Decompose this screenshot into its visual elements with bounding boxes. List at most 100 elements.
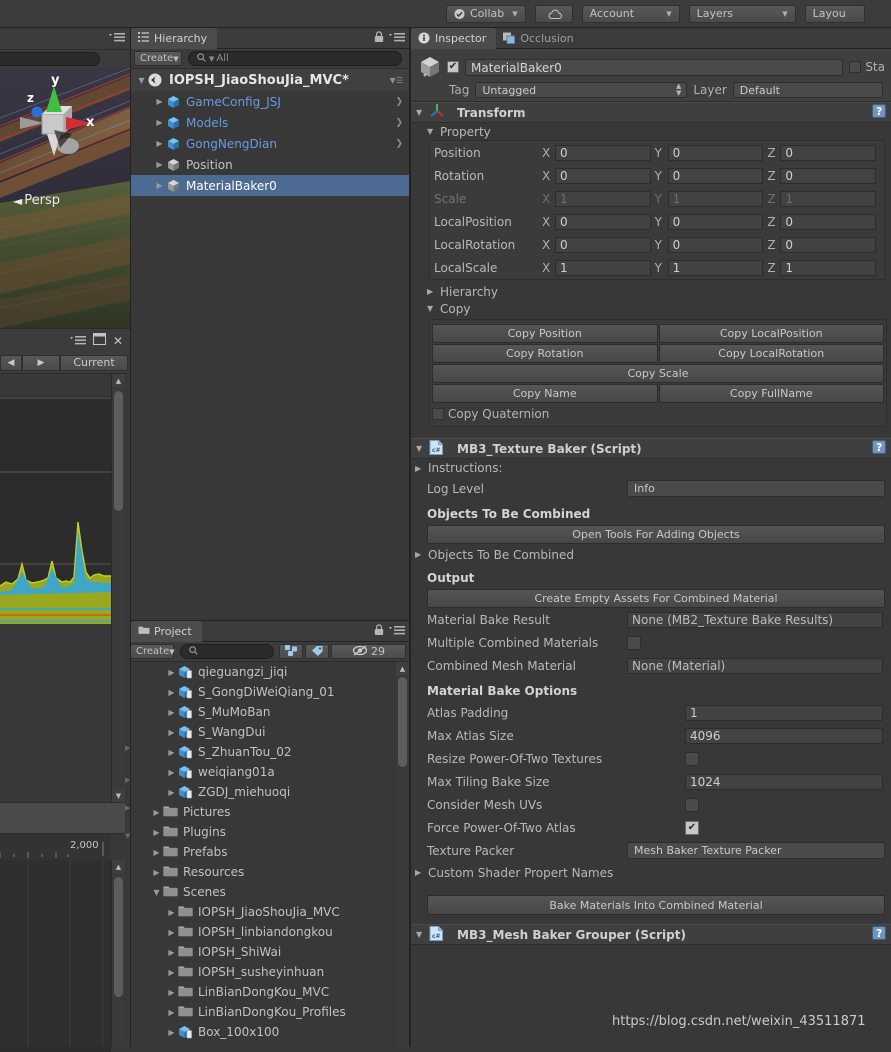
project-item-zgdj_miehuoqi[interactable]: ▶ ZGDJ_miehuoqi [131,782,396,802]
foldout-icon[interactable]: ▶ [150,848,163,857]
transform-z-field[interactable]: 0 [780,167,877,184]
consider-mesh-uvs-checkbox[interactable] [685,797,699,812]
transform-hierarchy-foldout[interactable]: ▶ Hierarchy [411,283,891,300]
transform-x-field[interactable]: 0 [555,167,651,184]
scene-view-viewport[interactable]: y z x ◄ Persp [0,50,130,328]
mesh-baker-grouper-component-header[interactable]: ▼ c# MB3_Mesh Baker Grouper (Script) ? [411,924,891,945]
scene-view-gizmo[interactable]: y z x [10,72,100,172]
transform-x-field[interactable]: 1 [555,259,651,276]
foldout-icon[interactable]: ▶ [153,160,166,169]
tab-occlusion[interactable]: Occlusion [496,28,583,49]
foldout-icon[interactable]: ▶ [415,550,428,559]
copy-localposition-button[interactable]: Copy LocalPosition [658,324,884,343]
profiler-splitter[interactable] [0,802,125,834]
scene-panel-menu[interactable] [109,32,125,43]
foldout-icon[interactable]: ▼ [135,76,148,85]
transform-y-field[interactable]: 1 [667,190,764,207]
create-menu-button[interactable]: Create ▼ [134,51,182,66]
project-item-s_mumoban[interactable]: ▶ S_MuMoBan [131,702,396,722]
foldout-icon[interactable]: ▶ [165,968,178,977]
panel-menu-icon[interactable] [389,32,405,43]
scene-projection-toggle[interactable]: ◄ Persp [13,193,60,208]
gameobject-enabled-checkbox[interactable]: ✔ [447,61,459,73]
copy-fullname-button[interactable]: Copy FullName [658,384,884,403]
foldout-icon[interactable]: ▶ [165,768,178,777]
gameobject-name-field[interactable]: MaterialBaker0 [465,58,844,76]
project-create-button[interactable]: Create ▼ [131,644,175,659]
multiple-combined-checkbox[interactable] [627,635,641,650]
foldout-icon[interactable]: ▼ [416,444,429,453]
hierarchy-item-gongnengdian[interactable]: ▶ GongNengDian ❯ [131,133,409,154]
transform-copy-foldout[interactable]: ▼ Copy [411,300,891,317]
scroll-down-arrow-icon[interactable]: ▼ [112,789,125,802]
project-item-iopsh_linbiandongkou[interactable]: ▶ IOPSH_linbiandongkou [131,922,396,942]
max-atlas-size-field[interactable]: 4096 [685,727,883,744]
hierarchy-tree[interactable]: ▶ GameConfig_JSJ ❯ ▶ Models ❯ ▶ GongNengDian ❯ ▶ P… [131,91,409,196]
create-empty-assets-button[interactable]: Create Empty Assets For Combined Materia… [427,589,885,608]
help-icon[interactable]: ? [872,104,886,121]
transform-z-field[interactable]: 1 [780,259,877,276]
project-item-prefabs[interactable]: ▶ Prefabs [131,842,396,862]
hierarchy-item-gameconfig_jsj[interactable]: ▶ GameConfig_JSJ ❯ [131,91,409,112]
chevron-right-icon[interactable]: ❯ [395,118,409,128]
hierarchy-item-models[interactable]: ▶ Models ❯ [131,112,409,133]
project-item-iopsh_susheyinhuan[interactable]: ▶ IOPSH_susheyinhuan [131,962,396,982]
scrollbar-thumb[interactable] [114,391,123,511]
help-icon[interactable]: ? [872,440,886,457]
lock-icon[interactable] [374,624,384,636]
foldout-icon[interactable]: ▶ [165,728,178,737]
transform-y-field[interactable]: 0 [667,213,764,230]
foldout-icon[interactable]: ▶ [165,748,178,757]
project-item-resources[interactable]: ▶ Resources [131,862,396,882]
transform-z-field[interactable]: 0 [780,213,877,230]
profiler-detail-scrollbar[interactable]: ▲ [111,860,125,1047]
force-power-of-two-atlas-checkbox[interactable]: ✔ [685,820,699,835]
foldout-icon[interactable]: ▼ [427,127,440,136]
layers-button[interactable]: Layers ▼ [688,4,796,23]
cloud-button[interactable] [534,4,573,23]
foldout-icon[interactable]: ▶ [427,287,440,296]
static-checkbox[interactable] [849,61,862,73]
foldout-icon[interactable]: ▶ [165,908,178,917]
foldout-icon[interactable]: ▶ [165,688,178,697]
project-item-linbiandongkou_mvc[interactable]: ▶ LinBianDongKou_MVC [131,982,396,1002]
foldout-icon[interactable]: ▶ [150,828,163,837]
profiler-vertical-scrollbar[interactable]: ▲ ▼ [111,374,125,802]
log-level-dropdown[interactable]: Info [627,480,885,497]
transform-x-field[interactable]: 1 [555,190,651,207]
atlas-padding-field[interactable]: 1 [685,704,883,721]
project-item-weiqiang01a[interactable]: ▶ weiqiang01a [131,762,396,782]
project-tree[interactable]: ▶ qieguangzi_jiqi ▶ S_GongDiWeiQiang_01 ▶ S_M… [131,662,396,1042]
transform-z-field[interactable]: 0 [780,236,877,253]
profiler-detail-pane[interactable] [0,860,111,1047]
foldout-icon[interactable]: ▶ [415,464,428,473]
tab-project[interactable]: Project [131,621,202,642]
lock-icon[interactable] [374,31,384,43]
next-frame-button[interactable]: ▶ [22,354,60,371]
scrollbar-thumb[interactable] [398,677,407,767]
filter-by-type-button[interactable] [279,644,303,659]
foldout-icon[interactable]: ▼ [416,108,429,117]
project-item-pictures[interactable]: ▶ Pictures [131,802,396,822]
close-icon[interactable]: ✕ [113,334,123,348]
copy-quaternion-checkbox[interactable] [432,408,444,420]
texture-baker-component-header[interactable]: ▼ c# MB3_Texture Baker (Script) ? [411,438,891,459]
profiler-cpu-graph[interactable] [0,396,111,624]
foldout-icon[interactable]: ▶ [165,788,178,797]
foldout-icon[interactable]: ▼ [416,930,429,939]
transform-component-header[interactable]: ▼ Transform ? [411,102,891,123]
transform-x-field[interactable]: 0 [555,236,651,253]
foldout-icon[interactable]: ▶ [165,988,178,997]
scrollbar-thumb[interactable] [114,877,123,997]
collab-button[interactable]: Collab ▼ [446,4,526,23]
panel-menu-icon[interactable] [389,625,405,636]
copy-scale-button[interactable]: Copy Scale [432,364,884,383]
maximize-icon[interactable] [92,333,106,348]
foldout-icon[interactable]: ▶ [153,139,166,148]
previous-frame-button[interactable]: ◀ [0,354,22,371]
project-scrollbar[interactable]: ▲ [396,662,409,1047]
hidden-assets-button[interactable]: 29 [331,644,406,659]
project-item-s_gongdiweiqiang_01[interactable]: ▶ S_GongDiWeiQiang_01 [131,682,396,702]
tag-dropdown[interactable]: Untagged ▲ ▼ [475,82,688,98]
transform-y-field[interactable]: 1 [667,259,764,276]
